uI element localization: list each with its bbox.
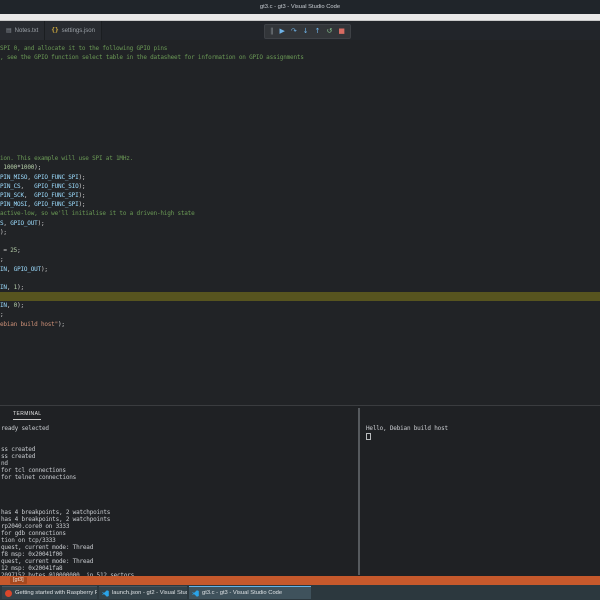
taskbar-window-label: gt3.c - gt3 - Visual Studio Code [202,590,283,596]
code-line: ; [0,256,4,264]
code-line: PIN_MISO, GPIO_FUNC_SPI); [0,173,86,181]
code-line: PIN_MOSI, GPIO_FUNC_SPI); [0,201,86,209]
terminal-line: quest, current mode: Thread [1,558,94,565]
code-editor[interactable]: SPI 0, and allocate it to the following … [0,40,600,405]
terminal-cursor [366,433,371,440]
desktop-strip [0,14,600,21]
code-line: IN, 0); [0,302,24,310]
file-icon: ▤ [6,28,12,34]
terminal-line: for telnet connections [1,474,77,481]
terminal-split-divider[interactable] [358,408,360,575]
window-titlebar: gt3.c - gt3 - Visual Studio Code [0,0,600,14]
terminal-line: tion on tcp/3333 [1,537,56,544]
tab-notes-txt[interactable]: ▤ Notes.txt [0,21,46,40]
debug-step-out-button[interactable]: ↑ [315,25,321,38]
code-line: = 25; [0,247,21,255]
code-line: IN, GPIO_OUT); [0,265,48,273]
terminal-line: ss created [1,446,36,453]
terminal-line: ready selected [1,425,49,432]
terminal-line: for gdb connections [1,530,66,537]
terminal-line: quest, current mode: Thread [1,544,94,551]
debug-restart-button[interactable]: ↺ [327,25,333,38]
terminal-line: has 4 breakpoints, 2 watchpoints [1,516,111,523]
code-line: IN, 1); [0,283,24,291]
code-line: PIN_SCK, GPIO_FUNC_SPI); [0,192,86,199]
tab-settings-json[interactable]: {} settings.json [45,21,102,40]
vscode-icon [102,589,109,597]
code-content: SPI 0, and allocate it to the following … [0,44,600,329]
terminal-line: Hello, Debian build host [366,425,448,432]
vscode-icon [192,589,199,597]
terminal-pane-right[interactable]: Hello, Debian build host [366,425,596,440]
debug-step-into-button[interactable]: ↓ [303,25,309,38]
terminal-line: f8 msp: 0x20041f00 [1,551,63,558]
terminal-line: 12 msp: 0x20041fa8 [1,565,63,572]
window-title: gt3.c - gt3 - Visual Studio Code [259,4,341,10]
terminal-line: nd [1,460,8,467]
browser-icon [5,589,12,597]
code-line: , see the GPIO function select table in … [0,54,304,62]
taskbar: Getting started with Raspberry Pi ... lau… [0,585,600,600]
debug-toolbar: ∥ ▶ ↷ ↓ ↑ ↺ ■ [264,24,352,39]
status-bar: [gt3] [0,576,600,585]
taskbar-window-label: Getting started with Raspberry Pi ... [15,590,97,596]
tab-label: settings.json [61,27,95,34]
taskbar-window-label: launch.json - gt2 - Visual Studio C... [112,590,187,596]
code-line: SPI 0, and allocate it to the following … [0,45,168,52]
terminal-line [366,432,596,440]
debug-session-label[interactable]: [gt3] [10,577,27,584]
debug-step-over-button[interactable]: ↷ [291,25,297,38]
current-execution-line [0,292,600,302]
terminal-line: rp2040.core0 on 3333 [1,523,70,530]
code-line: S, GPIO_OUT); [0,219,45,227]
taskbar-window-button[interactable]: launch.json - gt2 - Visual Studio C... [99,586,187,599]
code-line: PIN_CS, GPIO_FUNC_SIO); [0,182,86,190]
terminal-tab[interactable]: TERMINAL [13,411,42,420]
taskbar-window-button[interactable]: gt3.c - gt3 - Visual Studio Code [189,586,311,599]
json-braces-icon: {} [51,27,59,34]
code-line: ); [0,228,7,236]
tab-label: Notes.txt [14,27,39,34]
screen: gt3.c - gt3 - Visual Studio Code ▤ Notes.… [0,0,600,600]
debug-continue-button[interactable]: ▶ [280,25,285,38]
taskbar-window-button[interactable]: Getting started with Raspberry Pi ... [2,586,97,599]
code-line: ion. This example will use SPI at 1MHz. [0,155,134,163]
debug-stop-button[interactable]: ■ [338,25,345,38]
debug-pause-button[interactable]: ∥ [270,25,274,38]
code-line: 1000*1000); [3,164,41,172]
terminal-panel: TERMINAL ready selected ss created ss crea… [0,405,600,579]
code-line: ; [0,311,4,319]
code-line: active-low, so we'll initialise it to a … [0,210,195,218]
code-line: ebian build host"); [0,320,65,328]
terminal-line: ss created [1,453,36,460]
terminal-pane-left[interactable]: ready selected ss created ss created nd for … [1,425,355,579]
terminal-line: for tcl connections [1,467,66,474]
terminal-line: has 4 breakpoints, 2 watchpoints [1,509,111,516]
